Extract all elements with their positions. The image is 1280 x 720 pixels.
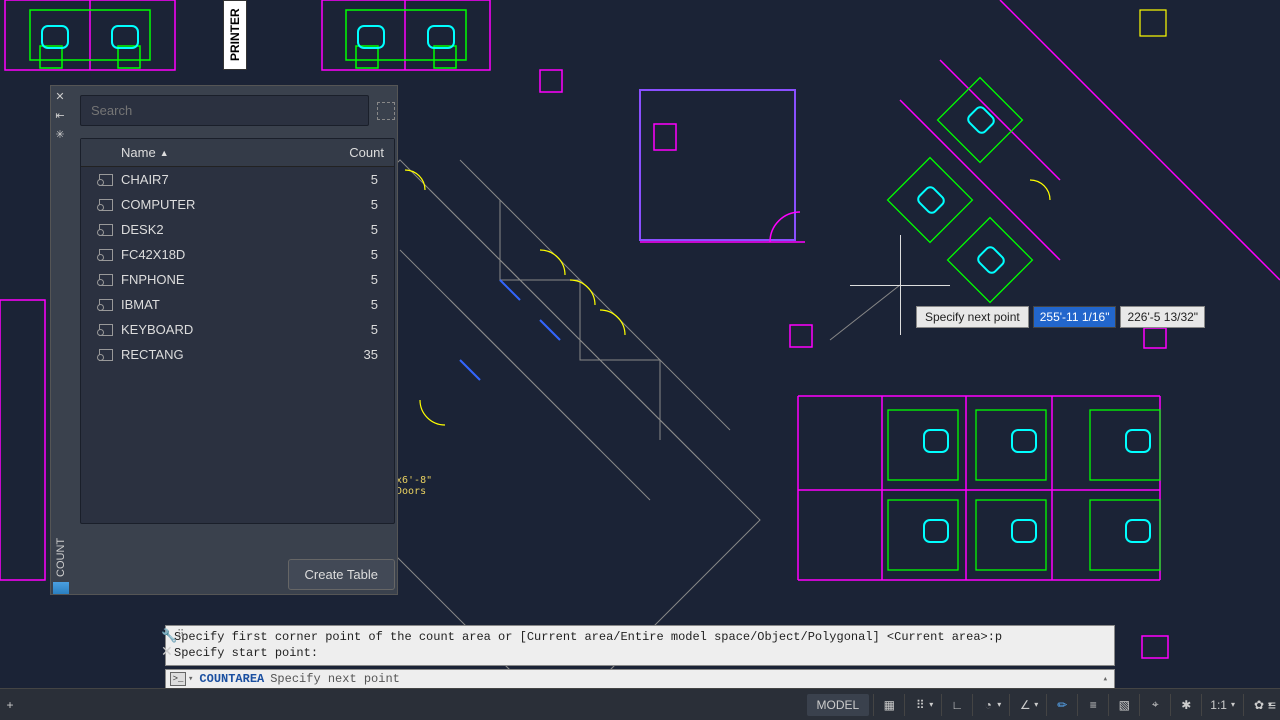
block-name: KEYBOARD (121, 322, 193, 337)
search-input[interactable] (80, 95, 369, 126)
block-icon (99, 274, 113, 286)
transparency-toggle-icon[interactable]: ▧ (1108, 694, 1139, 716)
palette-logo-icon (53, 582, 69, 594)
block-name: CHAIR7 (121, 172, 169, 187)
block-count: 5 (314, 170, 394, 189)
table-row[interactable]: FNPHONE 5 (81, 267, 394, 292)
block-name: COMPUTER (121, 197, 195, 212)
column-header-name[interactable]: Name▲ (81, 139, 314, 166)
column-header-count[interactable]: Count (314, 139, 394, 166)
block-name: RECTANG (121, 347, 184, 362)
table-row[interactable]: CHAIR7 5 (81, 167, 394, 192)
lineweight-toggle-icon[interactable]: ≡ (1077, 694, 1108, 716)
ortho-toggle-icon[interactable]: ∟ (941, 694, 972, 716)
command-prompt-icon: >_ (170, 672, 186, 686)
block-count: 5 (314, 270, 394, 289)
annotation-scale-icon[interactable]: ⌖ (1139, 694, 1170, 716)
dynamic-y-field[interactable]: 226'-5 13/32" (1120, 306, 1205, 328)
grid-toggle-icon[interactable]: ▦ (873, 694, 904, 716)
block-name: FC42X18D (121, 247, 185, 262)
palette-menu-icon[interactable]: ✳ (55, 128, 64, 141)
block-icon (99, 349, 113, 361)
table-row[interactable]: FC42X18D 5 (81, 242, 394, 267)
block-count: 5 (314, 245, 394, 264)
table-row[interactable]: COMPUTER 5 (81, 192, 394, 217)
dynamic-x-field[interactable]: 255'-11 1/16" (1033, 306, 1117, 328)
block-icon (99, 299, 113, 311)
table-row[interactable]: RECTANG 35 (81, 342, 394, 367)
command-history: Specify first corner point of the count … (165, 625, 1115, 666)
command-expand-icon[interactable]: ▴ (1103, 674, 1108, 684)
dynamic-prompt-label: Specify next point (916, 306, 1029, 328)
sort-asc-icon: ▲ (160, 148, 169, 158)
block-name: FNPHONE (121, 272, 185, 287)
block-count: 5 (314, 320, 394, 339)
snap-toggle-icon[interactable]: ⠿▾ (904, 694, 941, 716)
isodraft-toggle-icon[interactable]: ∠▾ (1009, 694, 1046, 716)
polar-toggle-icon[interactable]: ◔▾ (972, 694, 1009, 716)
command-close-icon[interactable]: ✕ (161, 643, 173, 660)
block-count: 5 (314, 295, 394, 314)
palette-close-icon[interactable]: ✕ (55, 90, 64, 103)
command-settings-icon[interactable]: 🔧 (161, 628, 177, 644)
command-dropdown-icon[interactable]: ▾ (188, 674, 193, 684)
create-table-button[interactable]: Create Table (288, 559, 395, 590)
block-icon (99, 324, 113, 336)
block-count: 5 (314, 220, 394, 239)
block-icon (99, 224, 113, 236)
command-line[interactable]: >_ ▾ COUNTAREA Specify next point ▴ (165, 669, 1115, 689)
status-bar: + MODEL ▦ ⠿▾ ∟ ◔▾ ∠▾ ✏ ≡ ▧ ⌖ ✱ 1:1▾ ✿▾ ≡ (0, 688, 1280, 720)
palette-pin-icon[interactable]: ⇤ (55, 109, 64, 122)
block-icon (99, 199, 113, 211)
table-row[interactable]: DESK2 5 (81, 217, 394, 242)
block-name: DESK2 (121, 222, 164, 237)
osnap-toggle-icon[interactable]: ✏ (1046, 694, 1077, 716)
block-count: 5 (314, 195, 394, 214)
dynamic-input-tooltip: Specify next point 255'-11 1/16" 226'-5 … (916, 306, 1205, 328)
command-grip-icon[interactable]: ⠿ (177, 629, 185, 640)
printer-block-label: PRINTER (223, 0, 247, 70)
crosshair-plus-icon[interactable]: + (0, 698, 20, 712)
block-icon (99, 174, 113, 186)
block-icon (99, 249, 113, 261)
table-row[interactable]: KEYBOARD 5 (81, 317, 394, 342)
statusbar-customize-icon[interactable]: ≡ (1268, 697, 1276, 713)
model-space-button[interactable]: MODEL (807, 694, 870, 716)
command-name: COUNTAREA (199, 672, 264, 686)
doors-annotation: x6'-8" Doors (396, 475, 432, 497)
command-prompt-text: Specify next point (270, 672, 400, 686)
annotation-visibility-icon[interactable]: ✱ (1170, 694, 1201, 716)
table-row[interactable]: IBMAT 5 (81, 292, 394, 317)
selection-area-icon[interactable] (377, 102, 395, 120)
count-table: Name▲ Count CHAIR75COMPUTER5DESK25FC42X1… (80, 138, 395, 524)
block-name: IBMAT (121, 297, 160, 312)
block-count: 35 (314, 345, 394, 364)
scale-ratio-button[interactable]: 1:1▾ (1201, 694, 1243, 716)
